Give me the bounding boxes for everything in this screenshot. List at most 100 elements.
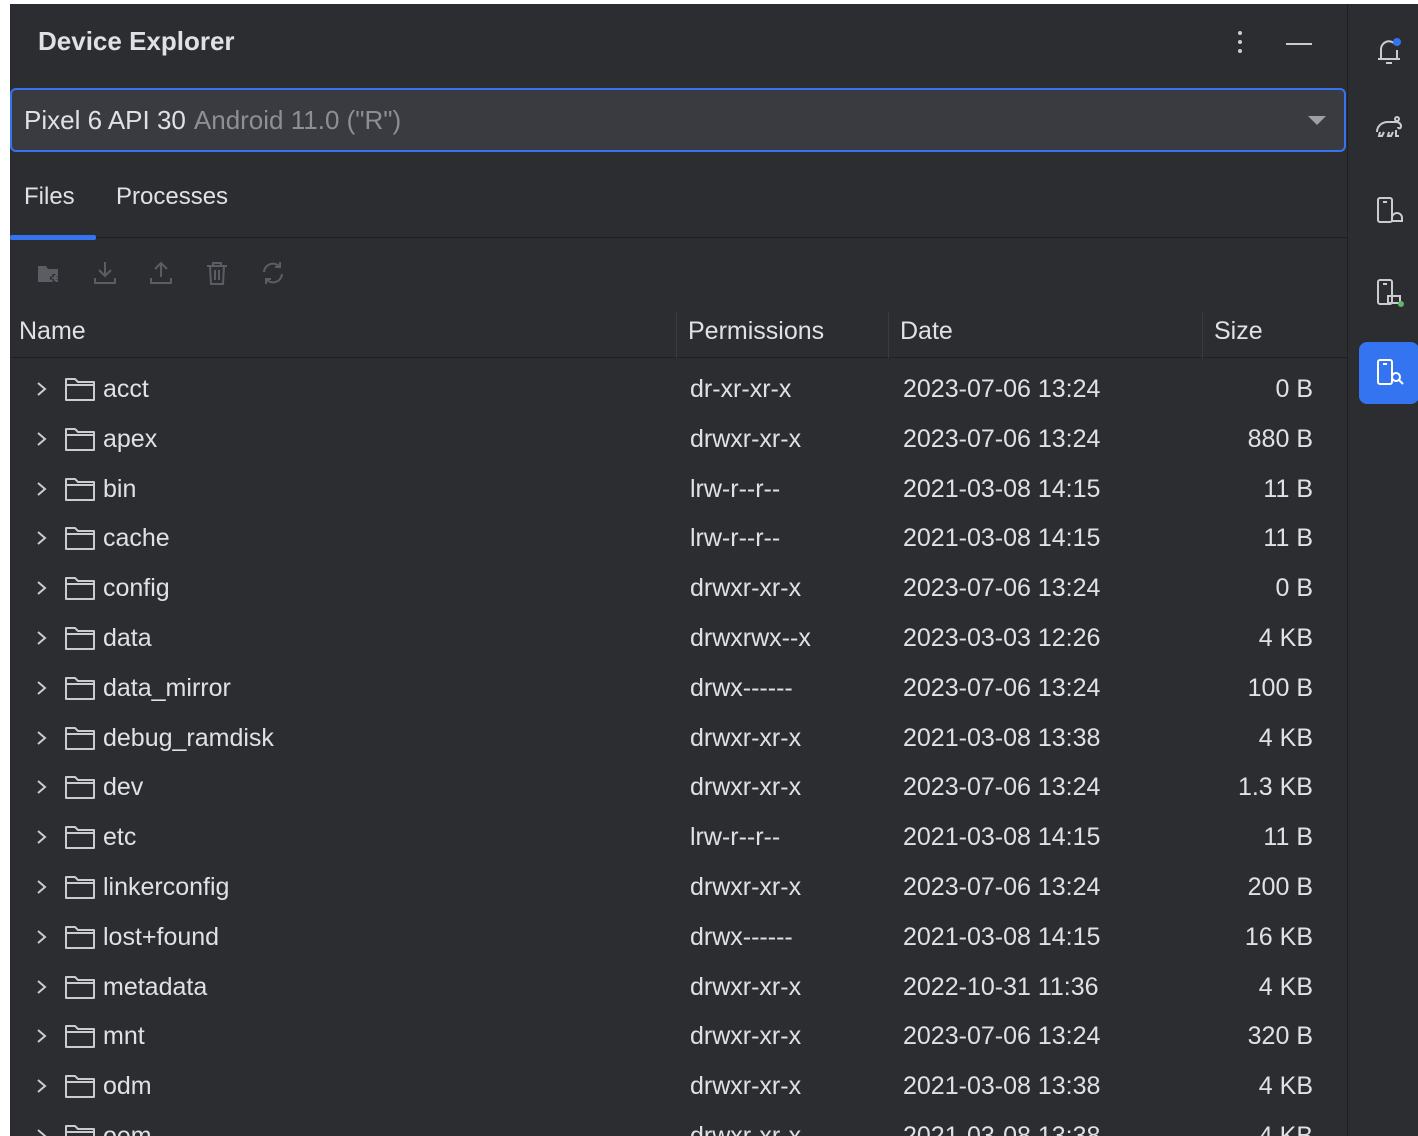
table-row[interactable]: metadata drwxr-xr-x 2022-10-31 11:36 4 KB [10,962,1347,1012]
table-row[interactable]: acct dr-xr-xr-x 2023-07-06 13:24 0 B [10,364,1347,414]
table-row[interactable]: odm drwxr-xr-x 2021-03-08 13:38 4 KB [10,1061,1347,1111]
file-name: odm [103,1072,152,1101]
file-permissions: drwxr-xr-x [690,1122,802,1136]
file-permissions: drwxr-xr-x [690,873,802,901]
folder-icon [65,1125,95,1136]
folder-icon [65,676,95,700]
file-name: debug_ramdisk [103,723,274,752]
file-name: oem [103,1122,152,1136]
folder-icon [65,477,95,501]
column-header-date[interactable]: Date [900,304,953,358]
table-row[interactable]: etc lrw-r--r-- 2021-03-08 14:15 11 B [10,812,1347,862]
file-date: 2021-03-08 14:15 [903,474,1101,503]
chevron-right-icon[interactable] [32,1074,52,1098]
column-header-size[interactable]: Size [1214,304,1263,358]
column-divider[interactable] [676,312,677,358]
file-size: 100 B [1247,673,1313,702]
file-date: 2023-07-06 13:24 [903,1022,1101,1051]
download-icon[interactable] [88,256,122,290]
gradle-elephant-icon[interactable] [1359,96,1418,158]
table-row[interactable]: bin lrw-r--r-- 2021-03-08 14:15 11 B [10,464,1347,514]
minimize-icon[interactable] [1282,26,1316,60]
file-permissions: drwxr-xr-x [690,723,802,752]
column-divider[interactable] [1202,312,1203,358]
device-name: Pixel 6 API 30 [24,104,186,135]
device-manager-icon[interactable] [1359,180,1418,242]
file-permissions: lrw-r--r-- [690,474,781,503]
folder-icon [65,1075,95,1099]
chevron-down-icon [1308,116,1326,125]
file-name: data [103,624,152,652]
column-header-permissions[interactable]: Permissions [688,304,824,358]
file-permissions: drwxr-xr-x [690,574,802,603]
folder-icon [65,1025,95,1049]
chevron-right-icon[interactable] [32,676,52,700]
chevron-right-icon[interactable] [32,377,52,401]
chevron-right-icon[interactable] [32,825,52,849]
file-permissions: drwxrwx--x [690,624,811,652]
file-name: linkerconfig [103,873,230,901]
file-name: lost+found [103,922,220,951]
upload-icon[interactable] [144,256,178,290]
table-row[interactable]: dev drwxr-xr-x 2023-07-06 13:24 1.3 KB [10,762,1347,812]
chevron-right-icon[interactable] [32,775,52,799]
table-row[interactable]: linkerconfig drwxr-xr-x 2023-07-06 13:24 20… [10,862,1347,912]
running-devices-icon[interactable] [1359,262,1418,324]
file-size: 4 KB [1258,624,1313,652]
file-name: acct [103,375,149,403]
table-row[interactable]: lost+found drwx------ 2021-03-08 14:15 16 K… [10,912,1347,962]
table-row[interactable]: cache lrw-r--r-- 2021-03-08 14:15 11 B [10,513,1347,563]
device-explorer-icon[interactable] [1359,342,1418,404]
new-folder-icon[interactable] [32,256,66,290]
notifications-icon[interactable] [1359,20,1418,82]
file-permissions: drwx------ [690,922,793,951]
chevron-right-icon[interactable] [32,626,52,650]
file-permissions: drwxr-xr-x [690,773,802,802]
sync-icon[interactable] [256,256,290,290]
file-name: bin [103,474,137,503]
table-row[interactable]: data drwxrwx--x 2023-03-03 12:26 4 KB [10,613,1347,663]
table-row[interactable]: mnt drwxr-xr-x 2023-07-06 13:24 320 B [10,1011,1347,1061]
chevron-right-icon[interactable] [32,875,52,899]
tab-processes[interactable]: Processes [116,156,228,238]
tab-files[interactable]: Files [10,156,96,240]
delete-icon[interactable] [200,256,234,290]
table-row[interactable]: oem drwxr-xr-x 2021-03-08 13:38 4 KB [10,1111,1347,1136]
file-size: 4 KB [1258,1072,1313,1101]
chevron-right-icon[interactable] [32,1024,52,1048]
chevron-right-icon[interactable] [32,427,52,451]
file-toolbar [10,242,1347,304]
tab-files-label: Files [24,183,75,210]
chevron-right-icon[interactable] [32,576,52,600]
file-date: 2021-03-08 13:38 [903,1122,1101,1136]
file-date: 2023-03-03 12:26 [903,624,1101,652]
file-date: 2021-03-08 14:15 [903,524,1101,553]
file-date: 2023-07-06 13:24 [903,773,1101,802]
device-selector[interactable]: Pixel 6 API 30 Android 11.0 ("R") [10,88,1346,152]
chevron-right-icon[interactable] [32,526,52,550]
table-row[interactable]: apex drwxr-xr-x 2023-07-06 13:24 880 B [10,414,1347,464]
file-size: 0 B [1275,375,1313,403]
chevron-right-icon[interactable] [32,477,52,501]
table-row[interactable]: data_mirror drwx------ 2023-07-06 13:24 100… [10,663,1347,713]
file-table-header: Name Permissions Date Size [10,304,1347,358]
file-size: 11 B [1263,524,1313,553]
file-permissions: lrw-r--r-- [690,524,781,553]
chevron-right-icon[interactable] [32,975,52,999]
more-options-icon[interactable] [1227,24,1253,60]
file-permissions: drwxr-xr-x [690,1072,802,1101]
table-row[interactable]: debug_ramdisk drwxr-xr-x 2021-03-08 13:38 4… [10,713,1347,763]
file-size: 4 KB [1258,972,1313,1001]
chevron-right-icon[interactable] [32,1124,52,1136]
active-tab-indicator [10,235,96,240]
file-permissions: dr-xr-xr-x [690,375,792,403]
column-divider[interactable] [888,312,889,358]
folder-icon [65,925,95,949]
folder-icon [65,577,95,601]
column-header-name[interactable]: Name [19,304,86,358]
file-permissions: drwxr-xr-x [690,972,802,1001]
table-row[interactable]: config drwxr-xr-x 2023-07-06 13:24 0 B [10,563,1347,613]
chevron-right-icon[interactable] [32,925,52,949]
chevron-right-icon[interactable] [32,726,52,750]
file-permissions: drwxr-xr-x [690,1022,802,1051]
